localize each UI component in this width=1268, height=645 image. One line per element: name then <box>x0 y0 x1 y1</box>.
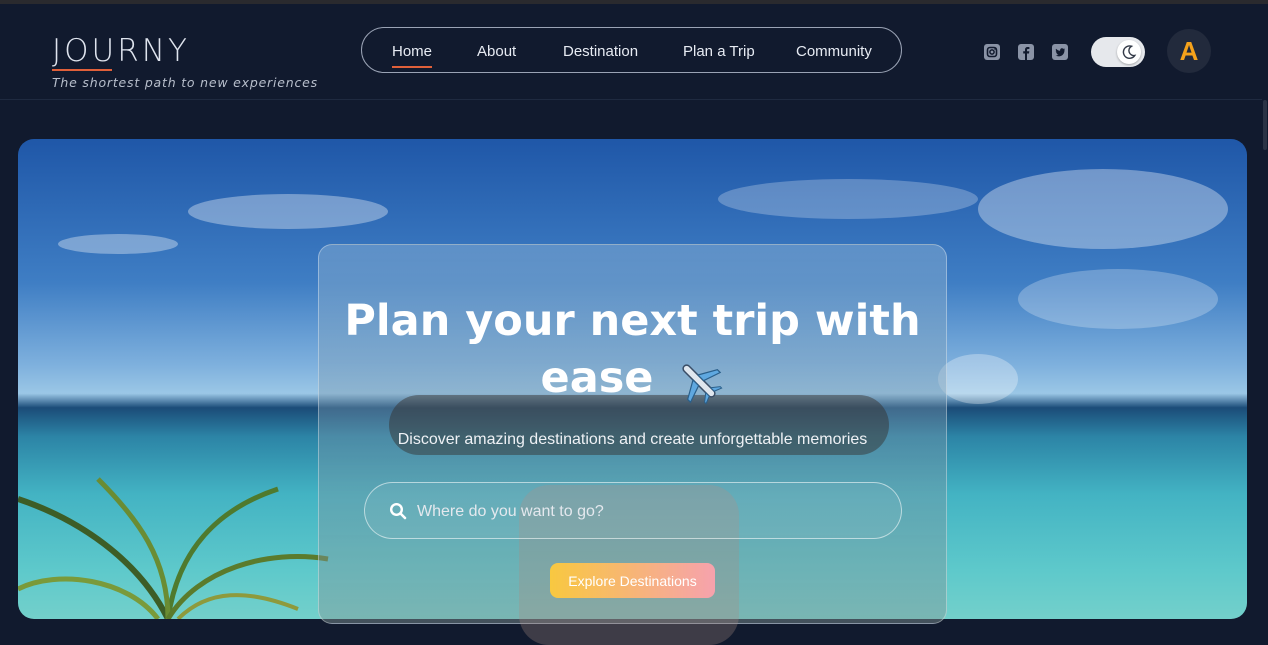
brand-underline <box>52 69 112 71</box>
palm-leaves-graphic <box>18 477 329 619</box>
facebook-icon[interactable] <box>1018 44 1034 60</box>
site-header: JOURNY The shortest path to new experien… <box>0 4 1268 100</box>
cloud-shape <box>718 179 978 219</box>
cloud-shape <box>938 354 1018 404</box>
main-nav: Home About Destination Plan a Trip Commu… <box>361 27 902 73</box>
moon-icon <box>1122 45 1137 59</box>
hero-card: Plan your next trip with ease Discover a… <box>318 244 947 645</box>
destination-search[interactable] <box>364 482 902 540</box>
instagram-icon[interactable] <box>984 44 1000 60</box>
cloud-shape <box>188 194 388 229</box>
brand-name: JOURNY <box>52 33 190 69</box>
cloud-shape <box>58 234 178 254</box>
theme-toggle[interactable] <box>1091 37 1145 67</box>
hero-title-line1: Plan your next trip with <box>344 296 921 346</box>
brand-tagline: The shortest path to new experiences <box>52 75 318 90</box>
toggle-knob <box>1117 40 1141 64</box>
brand-logo[interactable]: JOURNY The shortest path to new experien… <box>52 34 318 90</box>
cloud-shape <box>1018 269 1218 329</box>
cloud-shape <box>978 169 1228 249</box>
search-input[interactable] <box>415 483 889 540</box>
twitter-icon[interactable] <box>1052 44 1068 60</box>
user-avatar[interactable]: A <box>1167 29 1211 73</box>
scrollbar-thumb[interactable] <box>1263 100 1267 150</box>
nav-about[interactable]: About <box>477 43 516 60</box>
nav-destination[interactable]: Destination <box>563 43 638 60</box>
nav-plan-a-trip[interactable]: Plan a Trip <box>683 43 755 60</box>
nav-community[interactable]: Community <box>796 43 872 60</box>
nav-home[interactable]: Home <box>392 43 433 68</box>
page-scrollbar[interactable] <box>1262 4 1268 610</box>
hero-title: Plan your next trip with ease <box>319 293 946 407</box>
hero-subtitle: Discover amazing destinations and create… <box>397 431 868 448</box>
hero-title-line2: ease <box>540 353 654 403</box>
search-icon <box>389 502 407 520</box>
airplane-icon <box>682 363 723 405</box>
explore-destinations-button[interactable]: Explore Destinations <box>550 563 715 598</box>
